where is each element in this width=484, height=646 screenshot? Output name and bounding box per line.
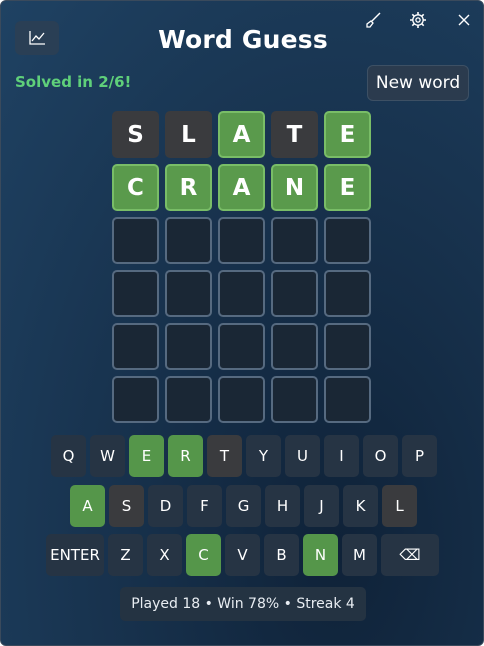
letter-tile	[112, 217, 159, 264]
letter-tile	[112, 270, 159, 317]
letter-tile	[324, 376, 371, 423]
key-e[interactable]: E	[129, 435, 164, 477]
stats-summary: Played 18 • Win 78% • Streak 4	[120, 587, 366, 621]
letter-tile: R	[165, 164, 212, 211]
key-r[interactable]: R	[168, 435, 203, 477]
letter-tile	[112, 376, 159, 423]
key-p[interactable]: P	[402, 435, 437, 477]
key-i[interactable]: I	[324, 435, 359, 477]
guess-grid: SLATECRANE	[112, 111, 371, 429]
key-enter[interactable]: ENTER	[46, 534, 104, 576]
app-title: Word Guess	[158, 25, 328, 54]
guess-row	[112, 323, 371, 370]
letter-tile: E	[324, 164, 371, 211]
key-w[interactable]: W	[90, 435, 125, 477]
key-h[interactable]: H	[265, 485, 300, 527]
guess-row	[112, 270, 371, 317]
key-v[interactable]: V	[225, 534, 260, 576]
guess-row: CRANE	[112, 164, 371, 211]
solved-status: Solved in 2/6!	[15, 73, 132, 91]
letter-tile	[165, 323, 212, 370]
letter-tile	[218, 376, 265, 423]
letter-tile	[324, 217, 371, 264]
key-t[interactable]: T	[207, 435, 242, 477]
letter-tile: E	[324, 111, 371, 158]
key-u[interactable]: U	[285, 435, 320, 477]
letter-tile	[165, 270, 212, 317]
letter-tile: A	[218, 164, 265, 211]
letter-tile: N	[271, 164, 318, 211]
key-k[interactable]: K	[343, 485, 378, 527]
letter-tile: A	[218, 111, 265, 158]
letter-tile	[271, 270, 318, 317]
key-f[interactable]: F	[187, 485, 222, 527]
letter-tile	[218, 270, 265, 317]
app-window: Word Guess Solved in 2/6! New word SLATE…	[0, 0, 484, 646]
key-x[interactable]: X	[147, 534, 182, 576]
letter-tile	[165, 376, 212, 423]
letter-tile	[218, 217, 265, 264]
key-s[interactable]: S	[109, 485, 144, 527]
key-d[interactable]: D	[148, 485, 183, 527]
letter-tile	[324, 323, 371, 370]
key-m[interactable]: M	[342, 534, 377, 576]
key-l[interactable]: L	[382, 485, 417, 527]
key-y[interactable]: Y	[246, 435, 281, 477]
letter-tile	[271, 323, 318, 370]
key-backspace[interactable]: ⌫	[381, 534, 439, 576]
letter-tile	[165, 217, 212, 264]
key-n[interactable]: N	[303, 534, 338, 576]
guess-row: SLATE	[112, 111, 371, 158]
key-a[interactable]: A	[70, 485, 105, 527]
letter-tile: S	[112, 111, 159, 158]
key-b[interactable]: B	[264, 534, 299, 576]
key-q[interactable]: Q	[51, 435, 86, 477]
letter-tile	[112, 323, 159, 370]
letter-tile	[271, 217, 318, 264]
key-o[interactable]: O	[363, 435, 398, 477]
key-c[interactable]: C	[186, 534, 221, 576]
letter-tile	[218, 323, 265, 370]
letter-tile: C	[112, 164, 159, 211]
key-j[interactable]: J	[304, 485, 339, 527]
key-g[interactable]: G	[226, 485, 261, 527]
guess-row	[112, 217, 371, 264]
letter-tile	[324, 270, 371, 317]
new-word-button[interactable]: New word	[367, 65, 469, 101]
guess-row	[112, 376, 371, 423]
letter-tile: L	[165, 111, 212, 158]
letter-tile: T	[271, 111, 318, 158]
letter-tile	[271, 376, 318, 423]
key-z[interactable]: Z	[108, 534, 143, 576]
